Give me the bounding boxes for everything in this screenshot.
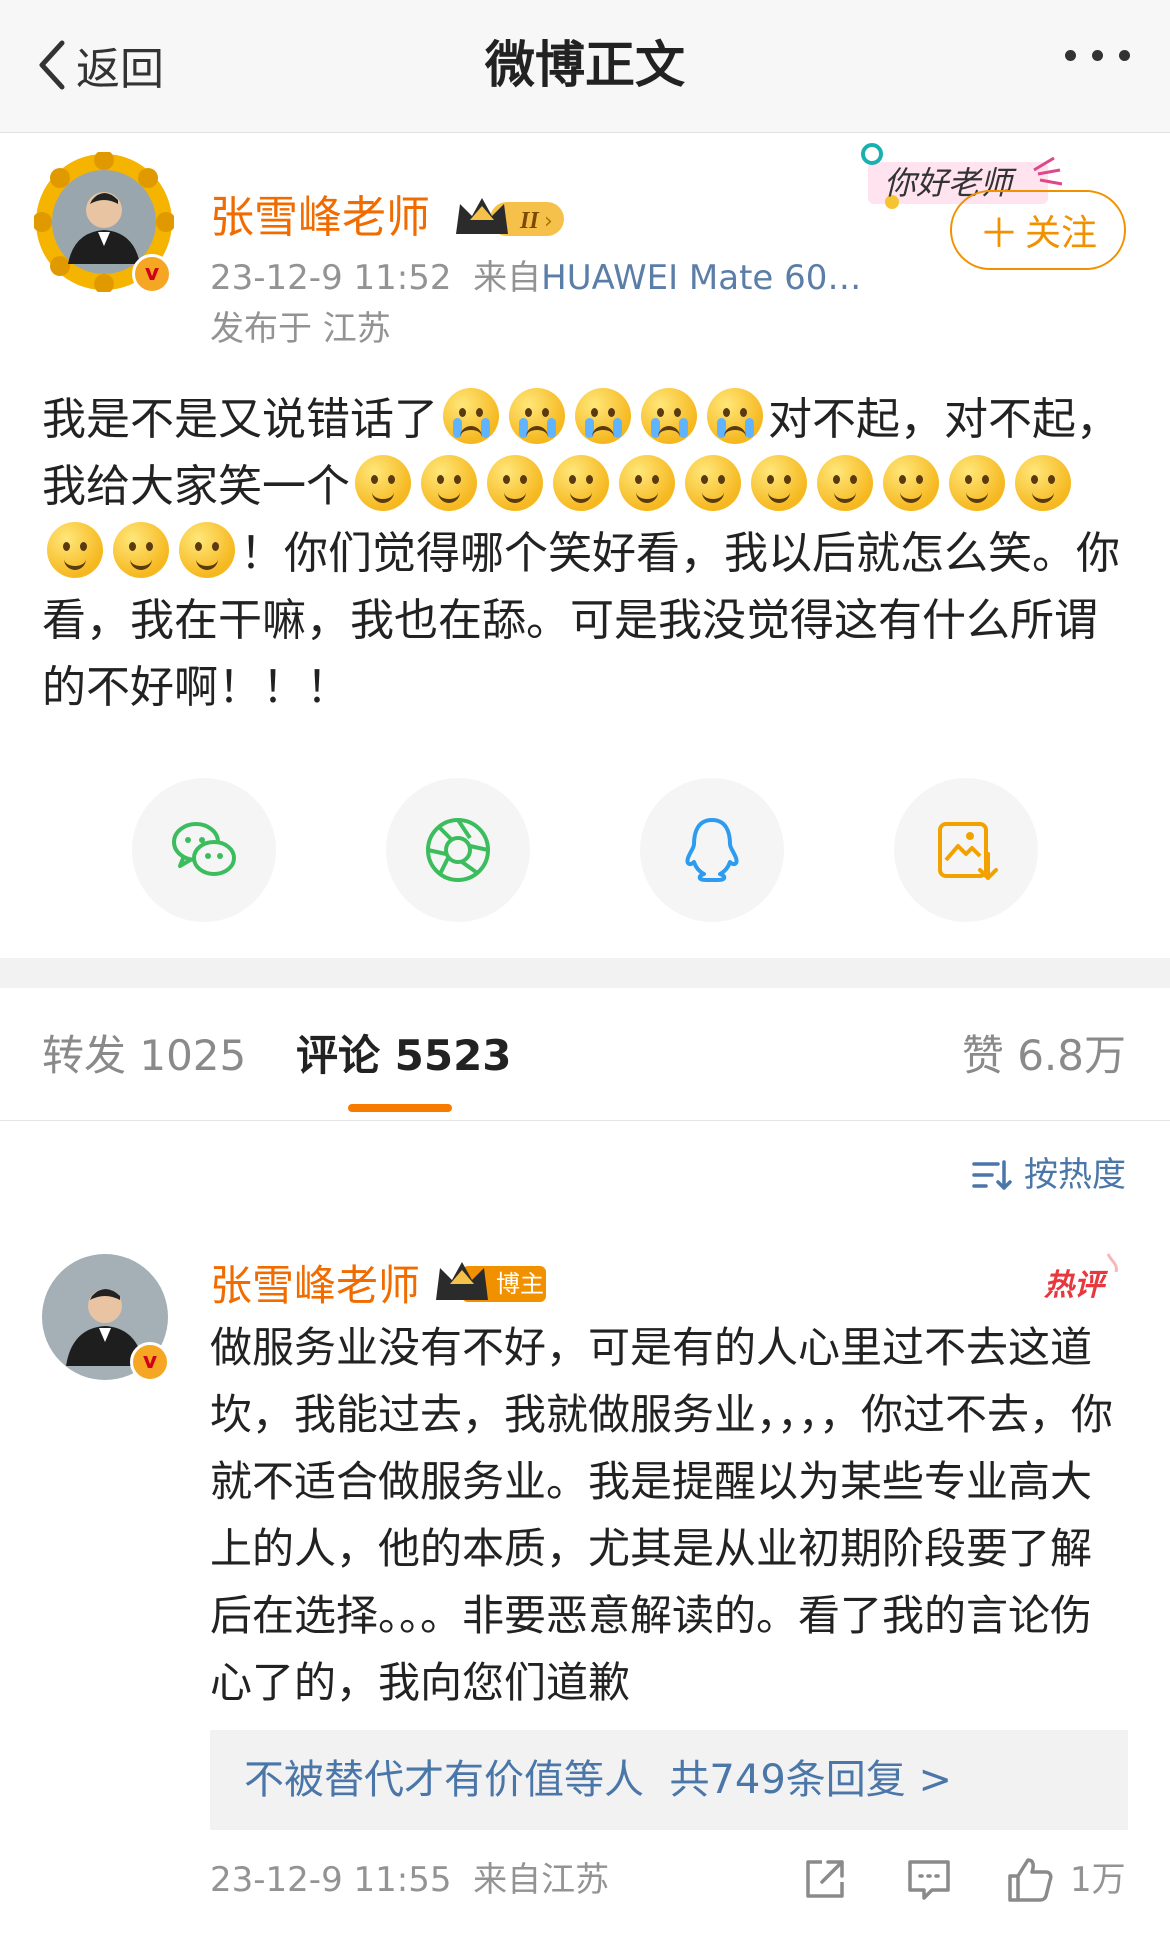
member-crown-icon: II › <box>456 198 564 236</box>
post-text-part-1: 我是不是又说错话了 <box>42 394 438 445</box>
hug-emoji-icon <box>487 455 543 511</box>
comment-like-count: 1万 <box>1070 1860 1126 1900</box>
666-emoji-icon <box>113 522 169 578</box>
verified-badge-icon: v <box>132 254 172 294</box>
share-moments-button[interactable] <box>386 778 530 922</box>
active-tab-indicator <box>348 1104 452 1112</box>
more-options-button[interactable] <box>1065 50 1130 61</box>
follow-label: 关注 <box>1024 213 1097 254</box>
hot-tag: 热评 <box>1044 1268 1104 1303</box>
save-image-button[interactable] <box>894 778 1038 922</box>
surprised-emoji-icon <box>751 455 807 511</box>
tab-likes[interactable]: 赞 6.8万 <box>962 1028 1126 1084</box>
tab-reposts[interactable]: 转发 1025 <box>42 1028 246 1084</box>
page-title: 微博正文 <box>485 36 685 94</box>
post-location: 发布于 江苏 <box>210 309 391 349</box>
comment-meta: 23-12-9 11:55 来自江苏 <box>210 1856 609 1904</box>
sort-icon <box>972 1160 1012 1190</box>
tab-comments[interactable]: 评论 5523 <box>296 1028 512 1084</box>
save-image-icon <box>938 822 998 880</box>
source-prefix: 来自 <box>473 258 542 298</box>
post-timestamp: 23-12-9 11:52 <box>210 258 452 298</box>
wechat-icon <box>172 822 236 876</box>
crying-emoji-icon <box>509 388 565 444</box>
reply-user[interactable]: 不被替代才有价值 <box>244 1757 564 1803</box>
comment-location: 来自江苏 <box>473 1860 610 1900</box>
commenter-avatar[interactable]: v <box>42 1254 170 1382</box>
crying-emoji-icon <box>575 388 631 444</box>
reply-comment-icon[interactable] <box>904 1854 954 1904</box>
plus-icon: ＋ <box>978 211 1019 257</box>
like-comment-icon[interactable] <box>1004 1854 1054 1904</box>
share-wechat-button[interactable] <box>132 778 276 922</box>
blush-heart-emoji-icon <box>817 455 873 511</box>
author-tag: 博主 <box>496 1270 544 1298</box>
crying-emoji-icon <box>707 388 763 444</box>
smile-emoji-icon <box>355 455 411 511</box>
crying-emoji-icon <box>443 388 499 444</box>
author-name[interactable]: 张雪峰老师 <box>210 190 430 246</box>
navigation-bar: 返回 微博正文 <box>0 0 1170 133</box>
post-meta: 23-12-9 11:52 来自HUAWEI Mate 60… <box>210 255 861 301</box>
smirk-emoji-icon <box>883 455 939 511</box>
svg-text:›: › <box>544 209 553 234</box>
replies-preview[interactable]: 不被替代才有价值等人 共749条回复 > <box>210 1730 1128 1830</box>
verified-badge-icon: v <box>130 1342 170 1382</box>
tongue-emoji-icon <box>685 455 741 511</box>
svg-text:II: II <box>519 208 540 234</box>
thinking-emoji-icon <box>47 522 103 578</box>
pondering-emoji-icon <box>179 522 235 578</box>
moments-icon <box>426 818 490 882</box>
shy-smile-emoji-icon <box>421 455 477 511</box>
laugh-emoji-icon <box>619 455 675 511</box>
device-link[interactable]: HUAWEI Mate 60… <box>541 258 861 298</box>
comment-timestamp: 23-12-9 11:55 <box>210 1860 452 1900</box>
follow-button[interactable]: ＋关注 <box>950 190 1126 270</box>
share-qq-button[interactable] <box>640 778 784 922</box>
more-dot-icon <box>1065 50 1076 61</box>
qq-icon <box>685 818 739 882</box>
share-comment-icon[interactable] <box>800 1854 850 1904</box>
big-grin-emoji-icon <box>949 455 1005 511</box>
post-text: 我是不是又说错话了 对不起，对不起，我给大家笑一个！你们觉得哪个笑好看，我以后就怎… <box>42 386 1132 721</box>
interaction-tabs: 转发 1025 评论 5523 赞 6.8万 <box>0 988 1170 1121</box>
comment-text: 做服务业没有不好，可是有的人心里过不去这道坎，我能过去，我就做服务业，，，，你过… <box>210 1323 1114 1707</box>
commenter-name[interactable]: 张雪峰老师 <box>210 1258 420 1314</box>
crying-emoji-icon <box>641 388 697 444</box>
sort-button[interactable]: 按热度 <box>972 1152 1126 1198</box>
author-avatar[interactable]: v <box>32 150 176 294</box>
grin-emoji-icon <box>553 455 609 511</box>
section-divider <box>0 958 1170 988</box>
hot-comment-badge: 热评 <box>1038 1250 1124 1308</box>
commenter-badges: 博主 <box>434 1258 546 1308</box>
reply-mid: 等人 <box>564 1757 644 1803</box>
reply-count[interactable]: 共749条回复 > <box>669 1757 952 1803</box>
sort-label: 按热度 <box>1024 1155 1126 1195</box>
sly-smile-emoji-icon <box>1015 455 1071 511</box>
